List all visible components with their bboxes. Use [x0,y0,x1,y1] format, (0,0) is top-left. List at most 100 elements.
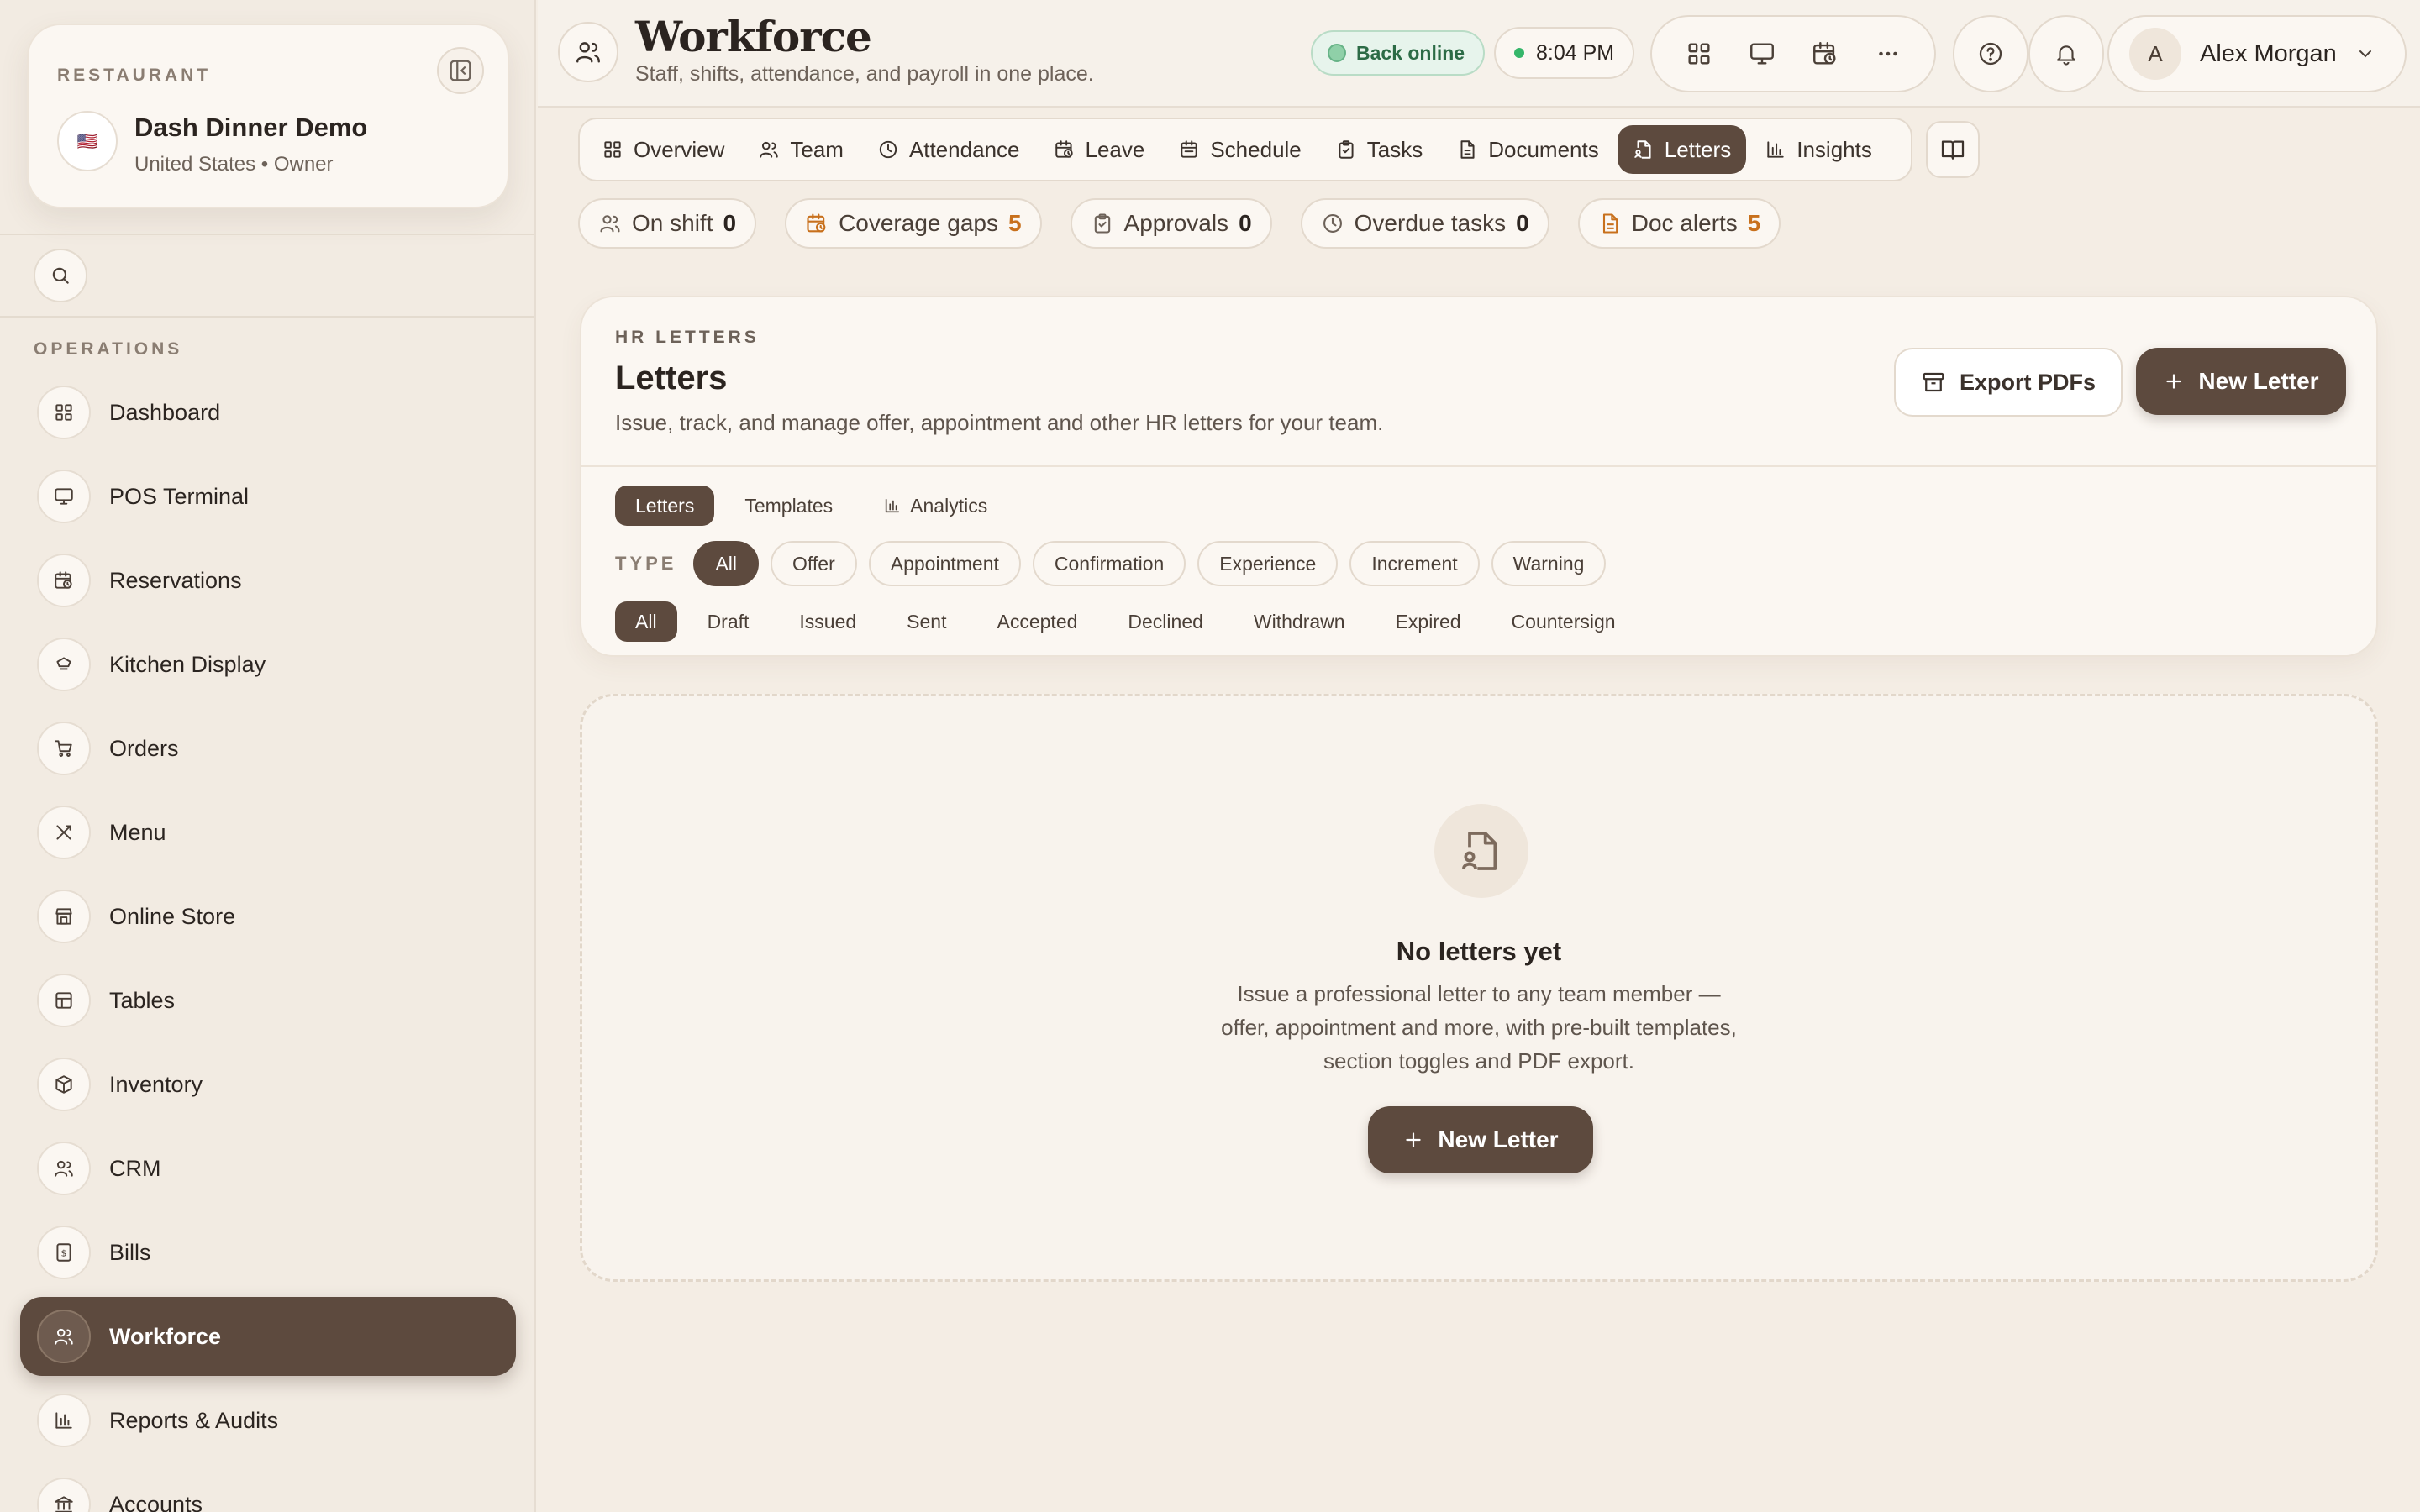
file-icon [1598,212,1622,235]
type-filter-offer[interactable]: Offer [771,541,857,586]
tab-tasks[interactable]: Tasks [1320,125,1438,174]
sidebar-item-orders[interactable]: Orders [20,709,516,788]
type-filter-row: TYPE All Offer Appointment Confirmation … [615,541,1607,586]
status-filter-issued[interactable]: Issued [779,601,876,642]
export-pdfs-button[interactable]: Export PDFs [1894,348,2123,417]
help-icon [1977,40,2004,67]
sidebar-item-label: Reports & Audits [109,1407,279,1433]
status-filter-all[interactable]: All [615,601,677,642]
notifications-button[interactable] [2028,15,2104,92]
status-filter-expired[interactable]: Expired [1376,601,1481,642]
letter-icon [1434,804,1528,898]
stat-overdue-tasks[interactable]: Overdue tasks 0 [1300,198,1549,249]
sidebar-item-reports-audits[interactable]: Reports & Audits [20,1381,516,1460]
table-icon [37,974,91,1027]
stat-label: Approvals [1123,210,1229,236]
sidebar-item-pos-terminal[interactable]: POS Terminal [20,457,516,536]
clock-icon [877,139,899,160]
tab-label: Documents [1488,136,1599,162]
subtab-templates[interactable]: Templates [724,486,853,526]
subtab-label: Analytics [910,494,988,517]
sidebar-item-label: Inventory [109,1071,203,1097]
status-filter-declined[interactable]: Declined [1107,601,1223,642]
type-filter-experience[interactable]: Experience [1197,541,1339,586]
tab-overview[interactable]: Overview [587,125,739,174]
tab-letters[interactable]: Letters [1617,125,1747,174]
sidebar-item-accounts[interactable]: Accounts [20,1465,516,1512]
sidebar-item-workforce[interactable]: Workforce [20,1297,516,1376]
workforce-tabs: Overview Team Attendance Leave Schedule … [578,118,1912,181]
bar-chart-icon [37,1394,91,1447]
receipt-icon: $ [37,1226,91,1279]
empty-state: No letters yet Issue a professional lett… [580,694,2378,1282]
stat-label: Coverage gaps [839,210,998,236]
restaurant-card[interactable]: RESTAURANT 🇺🇸 Dash Dinner Demo United St… [27,24,509,208]
guide-button[interactable] [1926,121,1980,178]
users-icon [758,139,780,160]
sidebar-collapse-icon [448,58,473,83]
reservations-shortcut-button[interactable] [1800,29,1850,79]
type-filter-label: TYPE [615,553,677,574]
empty-state-description: Issue a professional letter to any team … [1221,981,1737,1074]
grid-icon [37,386,91,439]
sidebar-item-inventory[interactable]: Inventory [20,1045,516,1124]
subtab-analytics[interactable]: Analytics [863,486,1007,526]
divider [581,465,2376,467]
status-filter-sent[interactable]: Sent [886,601,966,642]
status-filter-draft[interactable]: Draft [687,601,770,642]
type-filter-confirmation[interactable]: Confirmation [1032,541,1186,586]
sidebar-item-menu[interactable]: Menu [20,793,516,872]
type-filter-warning[interactable]: Warning [1491,541,1607,586]
sidebar-item-kitchen-display[interactable]: Kitchen Display [20,625,516,704]
pos-shortcut-button[interactable] [1737,29,1787,79]
type-filter-increment[interactable]: Increment [1349,541,1480,586]
connection-status-badge: Back online [1311,30,1486,76]
tab-documents[interactable]: Documents [1441,125,1614,174]
apps-grid-button[interactable] [1674,29,1724,79]
avatar: A [2129,28,2181,80]
bar-chart-icon [1765,139,1786,160]
users-icon [598,212,622,235]
sidebar-item-label: CRM [109,1155,161,1181]
sidebar-item-reservations[interactable]: Reservations [20,541,516,620]
sidebar-item-tables[interactable]: Tables [20,961,516,1040]
type-filter-all[interactable]: All [693,541,760,586]
divider [0,316,534,318]
status-filter-accepted[interactable]: Accepted [977,601,1098,642]
tab-schedule[interactable]: Schedule [1163,125,1316,174]
clock-icon [1321,212,1344,235]
tab-insights[interactable]: Insights [1749,125,1887,174]
tab-leave[interactable]: Leave [1039,125,1160,174]
tab-attendance[interactable]: Attendance [862,125,1035,174]
sidebar-item-bills[interactable]: $ Bills [20,1213,516,1292]
sidebar-item-crm[interactable]: CRM [20,1129,516,1208]
stat-coverage-gaps[interactable]: Coverage gaps 5 [785,198,1042,249]
collapse-sidebar-button[interactable] [437,47,484,94]
more-options-button[interactable] [1863,29,1913,79]
subtab-letters[interactable]: Letters [615,486,715,526]
users-icon [37,1310,91,1363]
new-letter-button[interactable]: New Letter [2136,348,2346,415]
type-filter-appointment[interactable]: Appointment [868,541,1021,586]
help-button[interactable] [1953,15,2028,92]
restaurant-kicker: RESTAURANT [57,66,212,85]
empty-new-letter-button[interactable]: New Letter [1368,1106,1593,1173]
tab-team[interactable]: Team [743,125,859,174]
stat-doc-alerts[interactable]: Doc alerts 5 [1577,198,1781,249]
restaurant-name: Dash Dinner Demo [134,113,368,142]
stat-on-shift[interactable]: On shift 0 [578,198,757,249]
sidebar-item-online-store[interactable]: Online Store [20,877,516,956]
status-filter-withdrawn[interactable]: Withdrawn [1234,601,1365,642]
page-subtitle: Staff, shifts, attendance, and payroll i… [635,62,1094,86]
status-filter-countersign[interactable]: Countersign [1491,601,1636,642]
workforce-header-icon [558,22,618,82]
sidebar-search-button[interactable] [34,249,87,302]
sidebar-item-dashboard[interactable]: Dashboard [20,373,516,452]
calendar-clock-icon [805,212,829,235]
online-status-icon [1328,44,1346,62]
user-menu-button[interactable]: A Alex Morgan [2107,15,2407,92]
calendar-icon [1178,139,1200,160]
stat-approvals[interactable]: Approvals 0 [1070,198,1272,249]
stat-value: 5 [1007,210,1022,236]
page-title: Workforce [635,12,872,61]
